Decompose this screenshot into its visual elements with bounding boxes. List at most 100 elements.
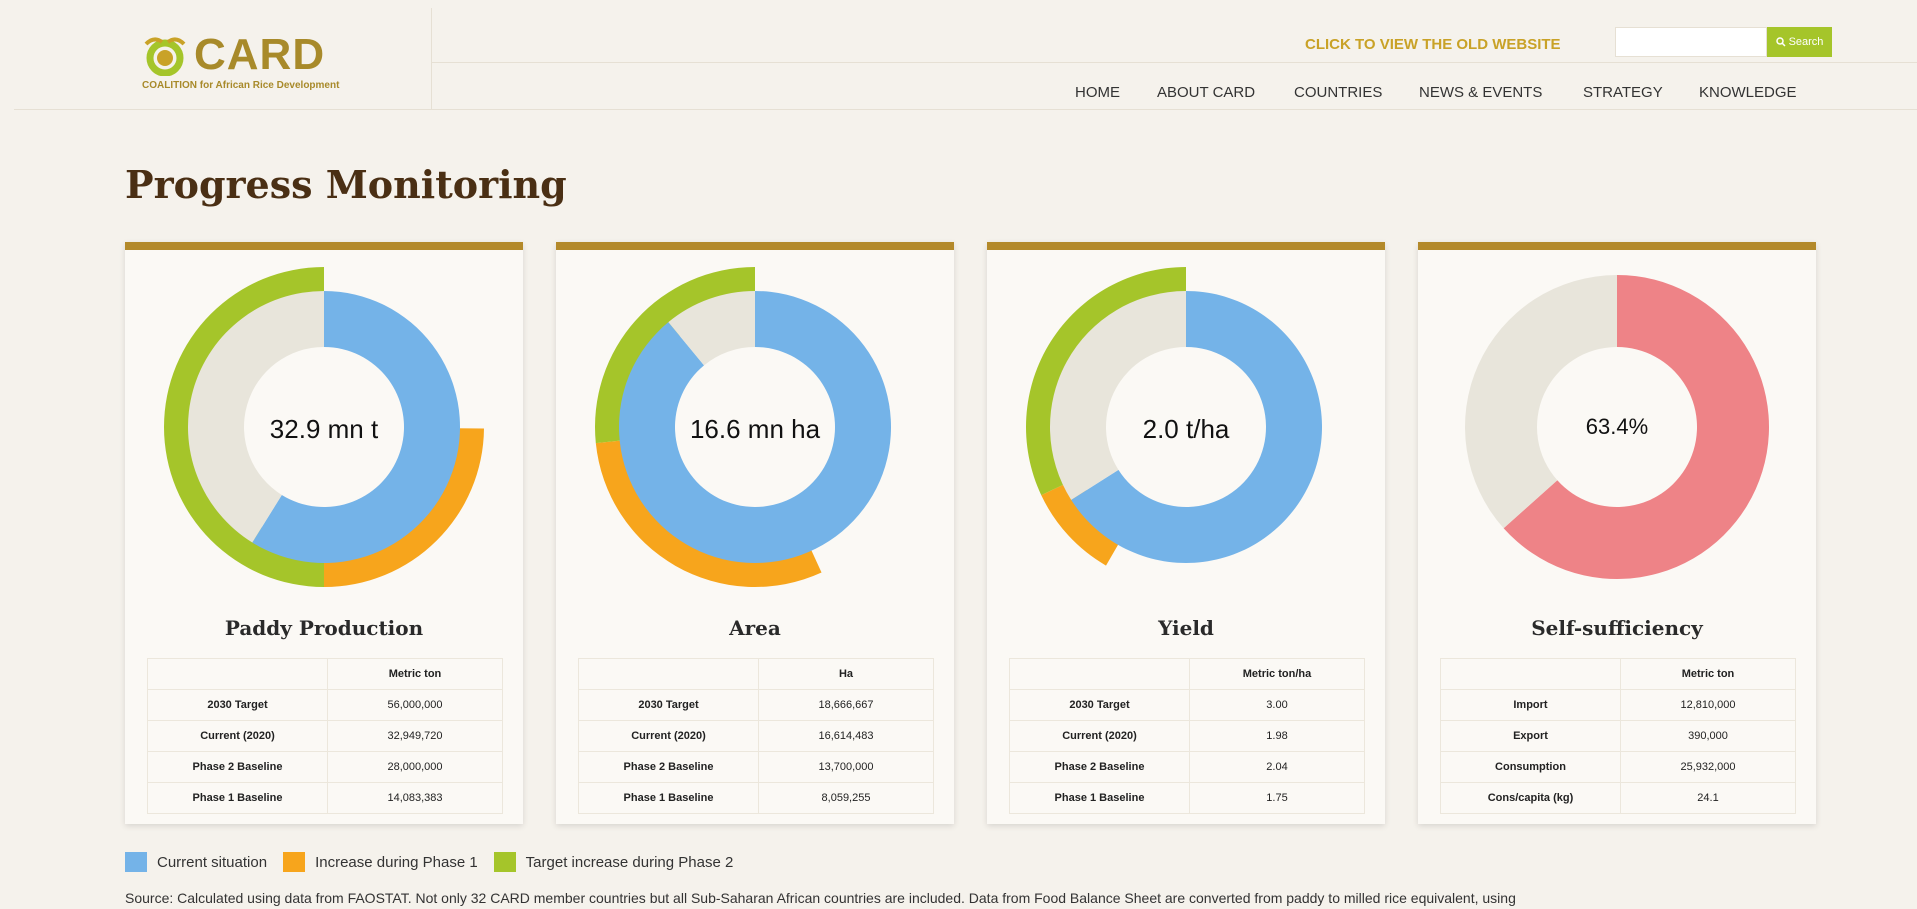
row-label: Phase 1 Baseline [578,782,759,814]
legend-label: Target increase during Phase 2 [525,853,734,871]
row-label: Current (2020) [578,720,759,752]
rice-plant-icon [144,37,186,76]
legend-label: Increase during Phase 1 [315,853,478,871]
search-button[interactable]: Search [1767,27,1832,57]
nav-countries[interactable]: COUNTRIES [1294,84,1382,101]
table-row: Export 390,000 [1440,720,1796,752]
stats-table: Metric ton 2030 Target 56,000,000 Current… [147,658,503,814]
logo-wordmark: CARD [194,30,326,79]
search-icon [1775,37,1786,47]
row-value: 1.98 [1189,720,1365,752]
card-title: Yield [1158,616,1214,640]
table-row: 2030 Target 18,666,667 [578,689,934,721]
table-row: Current (2020) 16,614,483 [578,720,934,752]
table-row: Import 12,810,000 [1440,689,1796,721]
row-label: 2030 Target [578,689,759,721]
logo-subtitle: COALITION for African Rice Development [142,80,340,91]
row-value: 14,083,383 [327,782,503,814]
row-value: 56,000,000 [327,689,503,721]
table-row: Current (2020) 1.98 [1009,720,1365,752]
row-label: Cons/capita (kg) [1440,782,1621,814]
table-header-row: Ha [578,658,934,690]
table-header-empty [578,658,759,690]
row-value: 28,000,000 [327,751,503,783]
nav-knowledge[interactable]: KNOWLEDGE [1699,84,1797,101]
row-value: 3.00 [1189,689,1365,721]
donut-center-value: 2.0 t/ha [1142,414,1230,444]
donut-center-value: 32.9 mn t [269,414,379,444]
row-label: Export [1440,720,1621,752]
stats-table: Ha 2030 Target 18,666,667 Current (2020) 1… [578,658,934,814]
row-value: 8,059,255 [758,782,934,814]
old-website-link[interactable]: CLICK TO VIEW THE OLD WEBSITE [1305,36,1561,53]
card-logo[interactable]: CARD COALITION for African Rice Developm… [126,30,386,91]
nav-news-events[interactable]: NEWS & EVENTS [1419,84,1542,101]
row-label: Phase 1 Baseline [147,782,328,814]
table-header-empty [1009,658,1190,690]
row-label: Import [1440,689,1621,721]
table-row: 2030 Target 3.00 [1009,689,1365,721]
table-header-unit: Metric ton/ha [1189,658,1365,690]
source-note: Source: Calculated using data from FAOST… [125,890,1516,906]
table-row: Phase 2 Baseline 28,000,000 [147,751,503,783]
card-title: Self-sufficiency [1531,616,1703,640]
legend-item-phase1: Increase during Phase 1 [283,852,478,872]
table-header-row: Metric ton/ha [1009,658,1365,690]
row-value: 24.1 [1620,782,1796,814]
site-header: CARD COALITION for African Rice Developm… [14,8,1917,110]
row-label: Current (2020) [147,720,328,752]
logo-zone: CARD COALITION for African Rice Developm… [14,8,432,110]
legend-item-current: Current situation [125,852,267,872]
row-value: 1.75 [1189,782,1365,814]
nav-strategy[interactable]: STRATEGY [1583,84,1663,101]
nav-about-card[interactable]: ABOUT CARD [1157,84,1255,101]
card-area: 16.6 mn ha Area Ha 2030 Target 18,666,667… [556,242,954,824]
card-yield: 2.0 t/ha Yield Metric ton/ha 2030 Target… [987,242,1385,824]
table-row: Current (2020) 32,949,720 [147,720,503,752]
legend-label: Current situation [157,853,268,871]
card-paddy-production: 32.9 mn t Paddy Production Metric ton 20… [125,242,523,824]
chart-legend: Current situation Increase during Phase … [125,852,749,872]
donut-center-value: 63.4% [1585,414,1649,439]
stats-table: Metric ton Import 12,810,000 Export 390,00… [1440,658,1796,814]
donut-center-value: 16.6 mn ha [689,414,821,444]
row-value: 25,932,000 [1620,751,1796,783]
row-value: 18,666,667 [758,689,934,721]
table-row: 2030 Target 56,000,000 [147,689,503,721]
table-row: Phase 1 Baseline 1.75 [1009,782,1365,814]
row-label: 2030 Target [1009,689,1190,721]
card-title: Area [729,616,781,640]
search-button-label: Search [1788,36,1824,48]
row-value: 13,700,000 [758,751,934,783]
row-label: Consumption [1440,751,1621,783]
table-row: Cons/capita (kg) 24.1 [1440,782,1796,814]
row-value: 16,614,483 [758,720,934,752]
table-header-empty [1440,658,1621,690]
row-label: Current (2020) [1009,720,1190,752]
table-header-row: Metric ton [1440,658,1796,690]
row-label: Phase 2 Baseline [578,751,759,783]
row-label: 2030 Target [147,689,328,721]
stats-table: Metric ton/ha 2030 Target 3.00 Current (2… [1009,658,1365,814]
page-title: Progress Monitoring [125,162,567,207]
table-row: Phase 1 Baseline 8,059,255 [578,782,934,814]
table-row: Phase 1 Baseline 14,083,383 [147,782,503,814]
table-header-unit: Metric ton [327,658,503,690]
legend-item-phase2: Target increase during Phase 2 [493,852,734,872]
row-label: Phase 2 Baseline [1009,751,1190,783]
table-header-unit: Ha [758,658,934,690]
table-header-row: Metric ton [147,658,503,690]
row-value: 32,949,720 [327,720,503,752]
table-header-empty [147,658,328,690]
slice-import-share [1465,275,1617,529]
legend-swatch [283,852,306,872]
row-label: Phase 1 Baseline [1009,782,1190,814]
card-self-sufficiency: 63.4% Self-sufficiency Metric ton Import… [1418,242,1816,824]
table-row: Phase 2 Baseline 2.04 [1009,751,1365,783]
table-row: Consumption 25,932,000 [1440,751,1796,783]
search-input[interactable] [1615,27,1767,57]
row-value: 12,810,000 [1620,689,1796,721]
table-row: Phase 2 Baseline 13,700,000 [578,751,934,783]
nav-home[interactable]: HOME [1075,84,1120,101]
row-label: Phase 2 Baseline [147,751,328,783]
